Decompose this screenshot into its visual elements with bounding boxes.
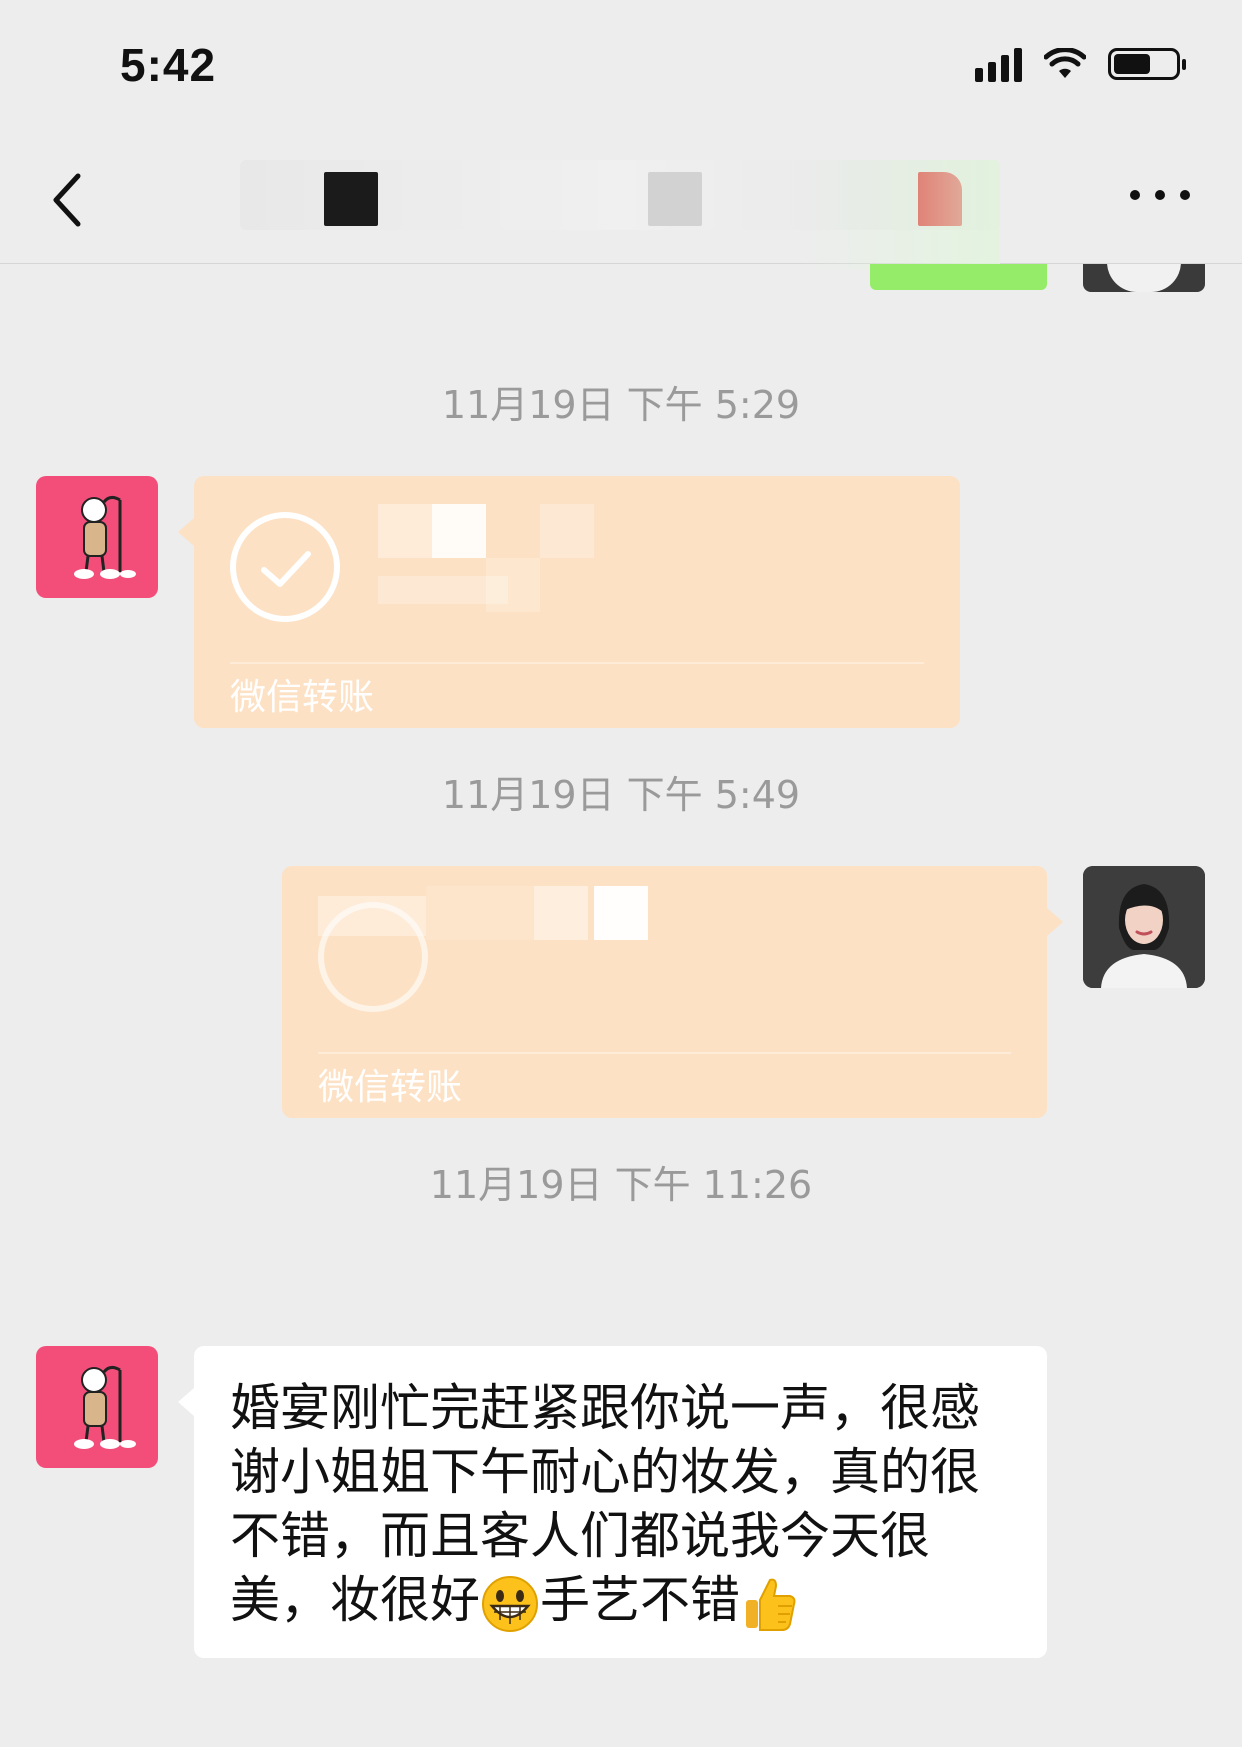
redacted-amount xyxy=(594,886,648,940)
divider xyxy=(230,662,924,664)
transfer-card[interactable]: 微信转账 xyxy=(194,476,960,728)
divider xyxy=(318,1052,1011,1054)
cartoon-avatar-icon xyxy=(74,495,136,579)
bubble-tail xyxy=(178,518,194,546)
chat-header xyxy=(0,130,1242,270)
redacted-amount xyxy=(378,504,432,558)
chat-title-redacted xyxy=(240,160,1000,270)
bubble-tail xyxy=(178,1388,194,1416)
avatar-self-partial[interactable] xyxy=(1083,264,1205,292)
status-time: 5:42 xyxy=(120,39,217,91)
cellular-signal-icon xyxy=(975,46,1022,82)
redacted-amount xyxy=(426,886,534,940)
wifi-icon xyxy=(1044,48,1086,78)
grinning-face-emoji xyxy=(482,1575,538,1632)
cartoon-avatar-icon xyxy=(74,1365,136,1449)
redacted-amount xyxy=(534,886,588,940)
avatar-friend[interactable] xyxy=(36,1346,158,1468)
timestamp: 11月19日 下午 5:29 xyxy=(441,383,801,427)
redacted-amount xyxy=(540,504,594,558)
thumbs-up-emoji xyxy=(746,1578,796,1631)
transfer-label: 微信转账 xyxy=(230,677,375,718)
timestamp: 11月19日 下午 5:49 xyxy=(441,773,801,817)
profile-photo xyxy=(1083,866,1205,988)
avatar-friend[interactable] xyxy=(36,476,158,598)
chat-messages[interactable]: 11月19日 下午 5:29 微信转账 11月19日 下午 5:49 微信转账 … xyxy=(0,264,1242,1747)
self-text-bubble-partial[interactable] xyxy=(870,264,1047,290)
bubble-tail xyxy=(1047,908,1063,936)
battery-icon xyxy=(1108,48,1186,80)
check-circle-icon xyxy=(230,512,340,622)
avatar-self[interactable] xyxy=(1083,866,1205,988)
redacted-status xyxy=(378,576,508,604)
chevron-left-icon[interactable] xyxy=(44,170,94,230)
transfer-label: 微信转账 xyxy=(318,1067,463,1108)
transfer-card[interactable]: 微信转账 xyxy=(282,866,1047,1118)
timestamp-partial xyxy=(0,1720,1242,1747)
more-options-icon[interactable] xyxy=(1130,180,1190,210)
message-text: 手艺不错 xyxy=(540,1571,740,1629)
status-bar: 5:42 xyxy=(0,0,1242,130)
redacted-amount xyxy=(318,896,426,936)
status-icons xyxy=(975,46,1186,82)
timestamp: 11月19日 下午 11:26 xyxy=(429,1163,813,1207)
friend-text-bubble[interactable]: 婚宴刚忙完赶紧跟你说一声，很感谢小姐姐下午耐心的妆发，真的很不错，而且客人们都说… xyxy=(194,1346,1047,1658)
redacted-amount xyxy=(432,504,486,558)
